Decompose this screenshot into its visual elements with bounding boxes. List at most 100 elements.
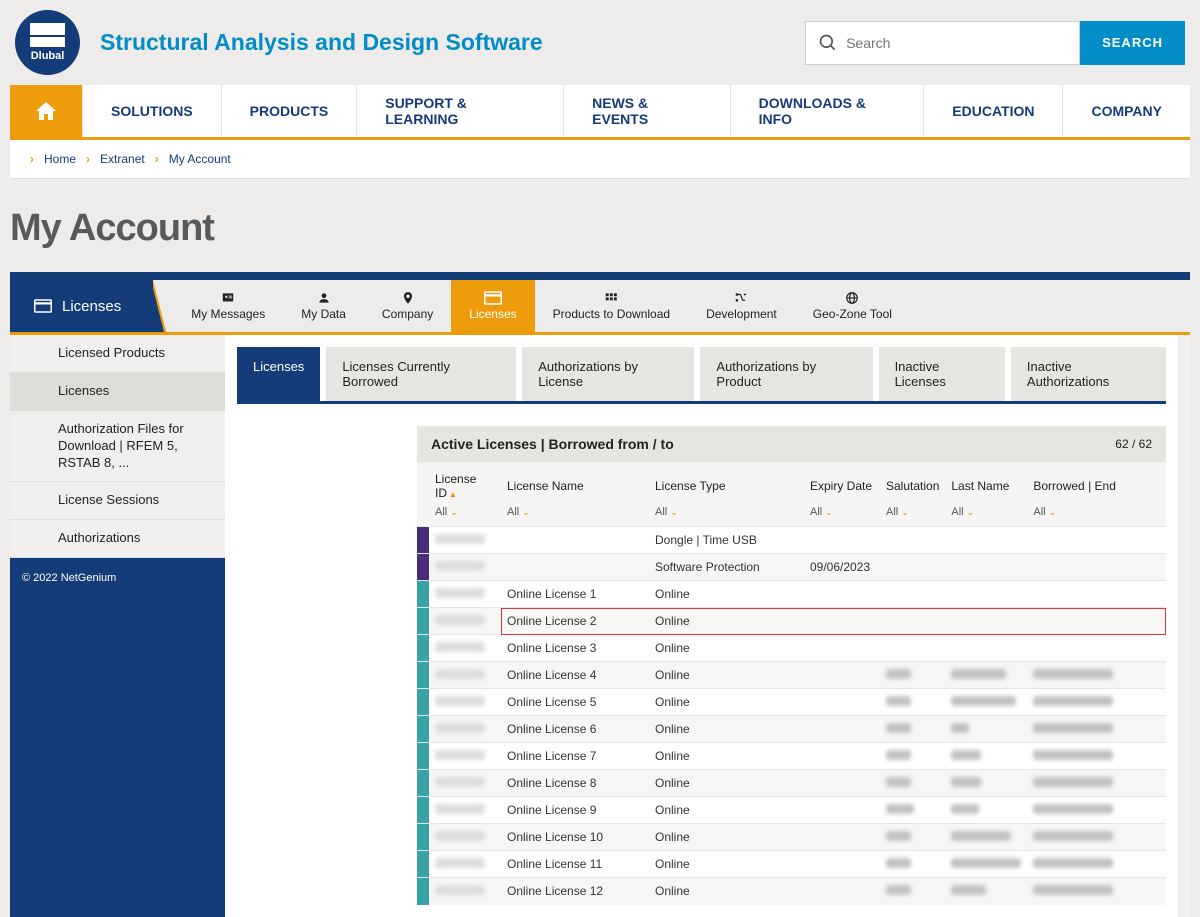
table-row[interactable]: Online License 1Online [417,581,1166,608]
table-row[interactable]: Online License 6Online [417,716,1166,743]
cell-license-name: Online License 5 [501,689,649,716]
cell-license-type: Online [649,716,804,743]
tab-development[interactable]: Development [688,280,795,332]
search-input[interactable] [846,35,1067,51]
table-row[interactable]: Software Protection09/06/2023 [417,554,1166,581]
tab-my-data[interactable]: My Data [283,280,364,332]
cell-license-type: Online [649,770,804,797]
breadcrumb-myaccount[interactable]: My Account [169,152,231,166]
nav-support[interactable]: SUPPORT & LEARNING [357,85,564,137]
dev-icon [732,291,750,305]
tab-geozone[interactable]: Geo-Zone Tool [795,280,910,332]
tab-licenses-current[interactable]: Licenses [10,280,153,332]
cell-salutation [880,851,945,878]
chevron-right-icon: › [155,152,159,166]
cell-salutation [880,581,945,608]
nav-downloads[interactable]: DOWNLOADS & INFO [731,85,925,137]
sidebar-item-license-sessions[interactable]: License Sessions [10,482,225,520]
col-borrowed-end[interactable]: Borrowed | End [1027,462,1166,504]
col-license-type[interactable]: License Type [649,462,804,504]
cell-license-name: Online License 12 [501,878,649,905]
table-row[interactable]: Online License 12Online [417,878,1166,905]
nav-solutions[interactable]: SOLUTIONS [83,85,222,137]
cell-license-id [429,581,501,608]
cell-license-type: Online [649,635,804,662]
cell-license-id [429,770,501,797]
tab-company[interactable]: Company [364,280,451,332]
cell-expiry [804,716,880,743]
cell-lastname [945,527,1027,554]
table-row[interactable]: Online License 10Online [417,824,1166,851]
filter-borrowed[interactable]: All ⌄ [1027,504,1166,527]
subtab-licenses[interactable]: Licenses [237,347,320,401]
cell-license-type: Online [649,581,804,608]
filter-license-type[interactable]: All ⌄ [649,504,804,527]
card-icon [34,299,52,313]
nav-products[interactable]: PRODUCTS [222,85,358,137]
nav-education[interactable]: EDUCATION [924,85,1063,137]
cell-license-type: Online [649,824,804,851]
cell-salutation [880,797,945,824]
cell-salutation [880,554,945,581]
search-box[interactable] [805,21,1080,65]
col-salutation[interactable]: Salutation [880,462,945,504]
subtab-auth-by-license[interactable]: Authorizations by License [522,347,694,401]
filter-license-name[interactable]: All ⌄ [501,504,649,527]
table-row[interactable]: Online License 4Online [417,662,1166,689]
content-area: Licenses Licenses Currently Borrowed Aut… [225,335,1190,917]
subtab-inactive-auth[interactable]: Inactive Authorizations [1011,347,1166,401]
table-row[interactable]: Online License 8Online [417,770,1166,797]
sidebar-item-auth-files[interactable]: Authorization Files for Download | RFEM … [10,411,225,483]
tab-my-messages[interactable]: My Messages [173,280,283,332]
cell-salutation [880,662,945,689]
filter-license-id[interactable]: All ⌄ [429,504,501,527]
cell-license-name: Online License 2 [501,608,649,635]
cell-lastname [945,689,1027,716]
table-header-bar: Active Licenses | Borrowed from / to 62 … [417,426,1166,462]
col-expiry[interactable]: Expiry Date [804,462,880,504]
col-license-name[interactable]: License Name [501,462,649,504]
breadcrumb-extranet[interactable]: Extranet [100,152,145,166]
cell-salutation [880,635,945,662]
scrollbar[interactable] [1181,335,1190,917]
grid-icon [602,291,620,305]
cell-license-id [429,527,501,554]
table-row[interactable]: Online License 2Online [417,608,1166,635]
breadcrumb-home[interactable]: Home [44,152,76,166]
sidebar-item-licensed-products[interactable]: Licensed Products [10,335,225,373]
search-button[interactable]: SEARCH [1080,21,1185,65]
cell-license-id [429,689,501,716]
row-marker [417,743,429,770]
col-lastname[interactable]: Last Name [945,462,1027,504]
filter-lastname[interactable]: All ⌄ [945,504,1027,527]
sidebar-item-licenses[interactable]: Licenses [10,373,225,411]
table-row[interactable]: Online License 3Online [417,635,1166,662]
subtab-currently-borrowed[interactable]: Licenses Currently Borrowed [326,347,516,401]
sidebar-item-authorizations[interactable]: Authorizations [10,520,225,558]
cell-salutation [880,689,945,716]
tab-label: Products to Download [553,307,670,321]
table-row[interactable]: Online License 5Online [417,689,1166,716]
nav-news[interactable]: NEWS & EVENTS [564,85,730,137]
subtab-inactive-licenses[interactable]: Inactive Licenses [879,347,1005,401]
cell-expiry [804,689,880,716]
table-row[interactable]: Online License 9Online [417,797,1166,824]
cell-expiry [804,581,880,608]
row-marker [417,770,429,797]
nav-home[interactable] [10,85,83,137]
table-row[interactable]: Online License 11Online [417,851,1166,878]
cell-license-name: Online License 8 [501,770,649,797]
filter-expiry[interactable]: All ⌄ [804,504,880,527]
table-row[interactable]: Dongle | Time USB [417,527,1166,554]
tab-licenses[interactable]: Licenses [451,280,534,332]
col-license-id[interactable]: License ID▲ [429,462,501,504]
nav-company[interactable]: COMPANY [1063,85,1190,137]
filter-salutation[interactable]: All ⌄ [880,504,945,527]
card-icon [484,291,502,305]
brand-logo[interactable]: Dlubal [15,10,80,75]
row-marker [417,824,429,851]
tab-products-download[interactable]: Products to Download [535,280,688,332]
subtab-auth-by-product[interactable]: Authorizations by Product [700,347,872,401]
table-row[interactable]: Online License 7Online [417,743,1166,770]
cell-license-name: Online License 10 [501,824,649,851]
